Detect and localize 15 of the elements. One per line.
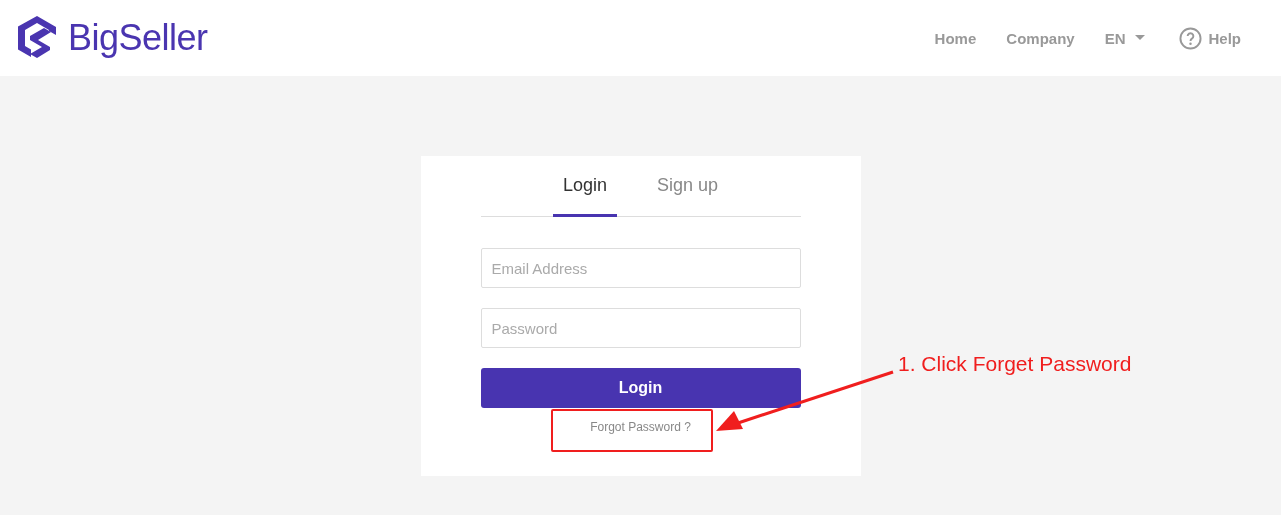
input-field[interactable]: Email Address bbox=[480, 248, 801, 288]
tab[interactable]: Sign up bbox=[647, 156, 729, 217]
input-field[interactable]: Password bbox=[480, 308, 801, 348]
login-button[interactable]: Login bbox=[480, 368, 801, 408]
logo-icon bbox=[16, 15, 58, 61]
nav-link[interactable]: Company bbox=[1006, 29, 1075, 47]
tab[interactable]: Login bbox=[552, 156, 617, 217]
forgot-password-link[interactable]: Forgot Password ? bbox=[590, 420, 691, 434]
annotation-text: 1. Click Forget Password bbox=[898, 352, 1132, 376]
nav-link[interactable]: Home bbox=[934, 29, 977, 47]
brand-name: BigSeller bbox=[68, 17, 208, 59]
caret-icon bbox=[1135, 35, 1146, 41]
language-dropdown[interactable]: EN bbox=[1104, 29, 1146, 47]
help-icon bbox=[1179, 26, 1203, 50]
help-link[interactable]: Help bbox=[1179, 26, 1241, 50]
